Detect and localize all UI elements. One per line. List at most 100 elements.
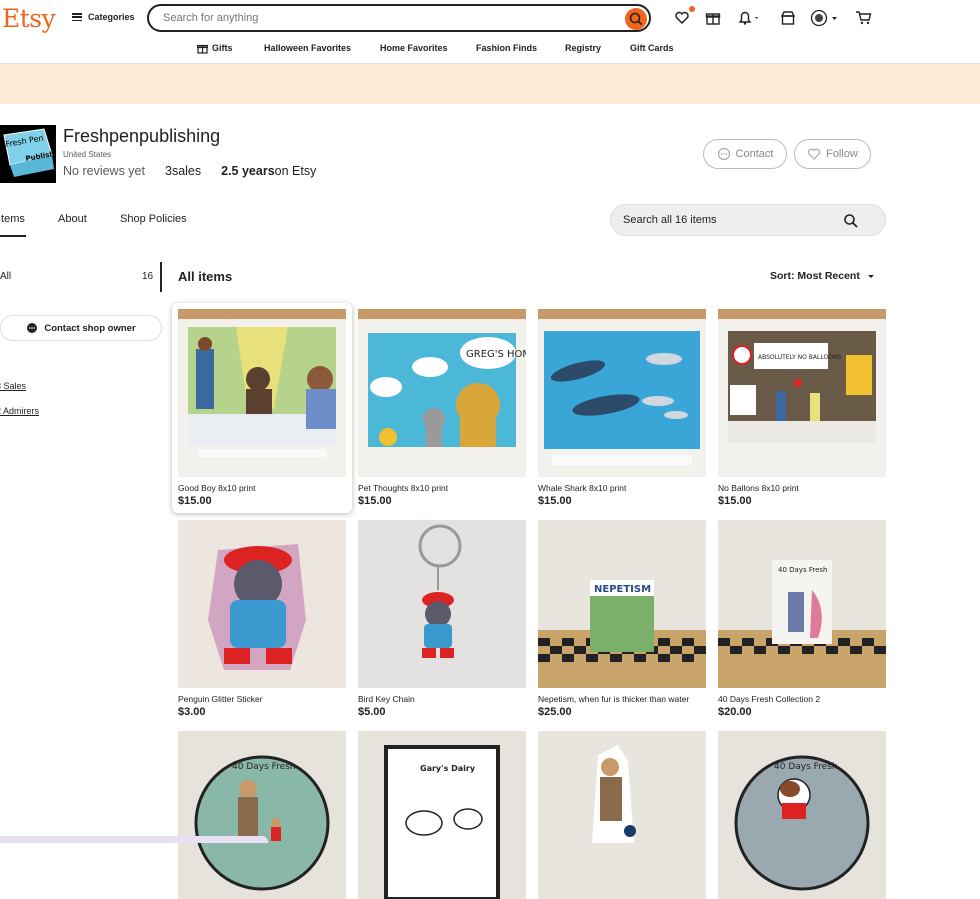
listing-card[interactable]: GREG'S HOME!! Pet Thoughts 8x10 print $1… xyxy=(358,309,526,507)
listing-image-no-balloons[interactable]: ABSOLUTELY NO BALLOONS xyxy=(718,309,886,477)
listing-price: $15.00 xyxy=(178,495,212,507)
listing-price: $5.00 xyxy=(358,706,386,718)
shop-search-placeholder: Search all 16 items xyxy=(623,214,717,226)
gift-icon[interactable] xyxy=(705,10,721,26)
gift-icon xyxy=(197,44,208,54)
shop-years-label: on Etsy xyxy=(274,164,317,178)
sort-label: Sort: Most Recent xyxy=(770,270,860,282)
listing-price: $20.00 xyxy=(718,706,752,718)
chat-icon xyxy=(27,323,38,333)
categories-button[interactable]: Categories xyxy=(72,12,135,22)
contact-label: Contact xyxy=(735,148,774,160)
contact-button[interactable]: Contact xyxy=(703,139,787,169)
follow-label: Follow xyxy=(826,148,858,160)
categories-label: Categories xyxy=(88,12,135,22)
listing-title[interactable]: No Ballons 8x10 print xyxy=(718,483,886,493)
subnav-halloween-favorites[interactable]: Halloween Favorites xyxy=(264,43,351,53)
subnav-gift-cards[interactable]: Gift Cards xyxy=(630,43,674,53)
cart-icon[interactable] xyxy=(855,10,873,26)
shop-stats: No reviews yet 3 sales 2.5 years on Etsy xyxy=(63,164,316,178)
listing-image-nepetism[interactable]: NEPETISM xyxy=(538,520,706,688)
top-header: Etsy Categories xyxy=(0,0,980,40)
listing-image-row3-2[interactable]: Gary's Dairy xyxy=(358,731,526,899)
listing-price: $15.00 xyxy=(718,495,752,507)
heart-icon xyxy=(807,148,821,160)
listing-title[interactable]: 40 Days Fresh Collection 2 xyxy=(718,694,886,704)
contact-shop-owner-label: Contact shop owner xyxy=(44,322,136,334)
shop-sales-label: sales xyxy=(171,164,202,178)
listing-card[interactable] xyxy=(538,731,706,899)
sales-link[interactable]: 3 Sales xyxy=(0,381,26,391)
listing-card[interactable]: 40 Days Fresh xyxy=(178,731,346,899)
active-tab-indicator xyxy=(0,235,26,237)
sticker-1-text: 40 Days Fresh xyxy=(232,762,296,772)
listing-title[interactable]: Bird Key Chain xyxy=(358,694,526,704)
listing-price: $3.00 xyxy=(178,706,206,718)
sidebar-active-indicator xyxy=(160,262,162,292)
tab-items[interactable]: Items xyxy=(0,213,25,225)
listing-image-row3-3[interactable] xyxy=(538,731,706,899)
search-icon[interactable] xyxy=(843,213,859,229)
subnav-fashion-finds[interactable]: Fashion Finds xyxy=(476,43,537,53)
listing-title[interactable]: Nepetism, when fur is thicker than water xyxy=(538,694,706,704)
listing-card[interactable]: 40 Days Fresh xyxy=(718,731,886,899)
listing-card[interactable]: Gary's Dairy xyxy=(358,731,526,899)
listing-image-bird-keychain[interactable] xyxy=(358,520,526,688)
avatar-icon[interactable] xyxy=(810,10,840,28)
listing-title[interactable]: Pet Thoughts 8x10 print xyxy=(358,483,526,493)
sidebar-item-all-count: 16 xyxy=(142,271,154,282)
bell-icon[interactable] xyxy=(737,10,761,26)
menu-icon xyxy=(72,13,82,21)
shop-banner xyxy=(0,64,980,104)
pet-thoughts-caption: GREG'S HOME!! xyxy=(466,349,526,360)
tab-shop-policies[interactable]: Shop Policies xyxy=(120,213,187,225)
shop-years: 2.5 years xyxy=(221,164,275,178)
status-bar xyxy=(0,836,268,843)
listing-card[interactable]: Penguin Glitter Sticker $3.00 xyxy=(178,520,346,718)
follow-button[interactable]: Follow xyxy=(794,139,871,169)
listing-image-row3-1[interactable]: 40 Days Fresh xyxy=(178,731,346,899)
store-icon[interactable] xyxy=(780,10,796,26)
shop-search-input[interactable]: Search all 16 items xyxy=(610,204,886,236)
subnav-registry[interactable]: Registry xyxy=(565,43,601,53)
listing-image-pet-thoughts[interactable]: GREG'S HOME!! xyxy=(358,309,526,477)
search-button[interactable] xyxy=(625,8,647,30)
listing-card[interactable]: Good Boy 8x10 print $15.00 xyxy=(172,303,352,513)
admirers-link[interactable]: 2 Admirers xyxy=(0,406,39,416)
shop-name: Freshpenpublishing xyxy=(63,126,221,146)
no-balloons-sign: ABSOLUTELY NO BALLOONS xyxy=(758,354,841,361)
listing-card[interactable]: NEPETISM Nepetism, when fur is thicker t… xyxy=(538,520,706,718)
sort-dropdown[interactable]: Sort: Most Recent xyxy=(770,270,876,282)
shop-sales-count: 3 xyxy=(164,164,172,178)
shop-reviews[interactable]: No reviews yet xyxy=(63,164,145,178)
nepetism-cover-title: NEPETISM xyxy=(594,584,651,595)
shop-logo: Fresh Pen Publishing xyxy=(0,125,56,183)
listing-card[interactable]: Bird Key Chain $5.00 xyxy=(358,520,526,718)
listing-card[interactable]: ABSOLUTELY NO BALLOONS No Ballons 8x10 p… xyxy=(718,309,886,507)
etsy-logo[interactable]: Etsy xyxy=(2,4,56,33)
caret-down-icon xyxy=(867,275,874,278)
heart-icon[interactable] xyxy=(674,10,690,26)
subnav-gifts[interactable]: Gifts xyxy=(212,43,233,53)
listing-image-whale-shark[interactable] xyxy=(538,309,706,477)
section-title: All items xyxy=(178,269,233,284)
chat-icon xyxy=(717,147,730,161)
subnav-home-favorites[interactable]: Home Favorites xyxy=(380,43,448,53)
listing-title[interactable]: Whale Shark 8x10 print xyxy=(538,483,706,493)
listing-title[interactable]: Penguin Glitter Sticker xyxy=(178,694,346,704)
tab-about[interactable]: About xyxy=(58,213,87,225)
listing-image-40-days-fresh[interactable]: 40 Days Fresh xyxy=(718,520,886,688)
listing-card[interactable]: 40 Days Fresh 40 Days Fresh Collection 2… xyxy=(718,520,886,718)
listing-title[interactable]: Good Boy 8x10 print xyxy=(178,483,346,493)
search-input[interactable] xyxy=(161,11,605,25)
shop-location: United States xyxy=(63,150,112,159)
listing-card[interactable]: Whale Shark 8x10 print $15.00 xyxy=(538,309,706,507)
listing-image-penguin-sticker[interactable] xyxy=(178,520,346,688)
contact-shop-owner-button[interactable]: Contact shop owner xyxy=(0,315,162,341)
search-icon xyxy=(629,12,643,26)
listing-image-row3-4[interactable]: 40 Days Fresh xyxy=(718,731,886,899)
listing-price: $15.00 xyxy=(358,495,392,507)
forty-days-cover-title: 40 Days Fresh xyxy=(778,566,827,574)
sidebar-item-all[interactable]: All xyxy=(0,271,11,282)
listing-image-good-boy[interactable] xyxy=(178,309,346,477)
